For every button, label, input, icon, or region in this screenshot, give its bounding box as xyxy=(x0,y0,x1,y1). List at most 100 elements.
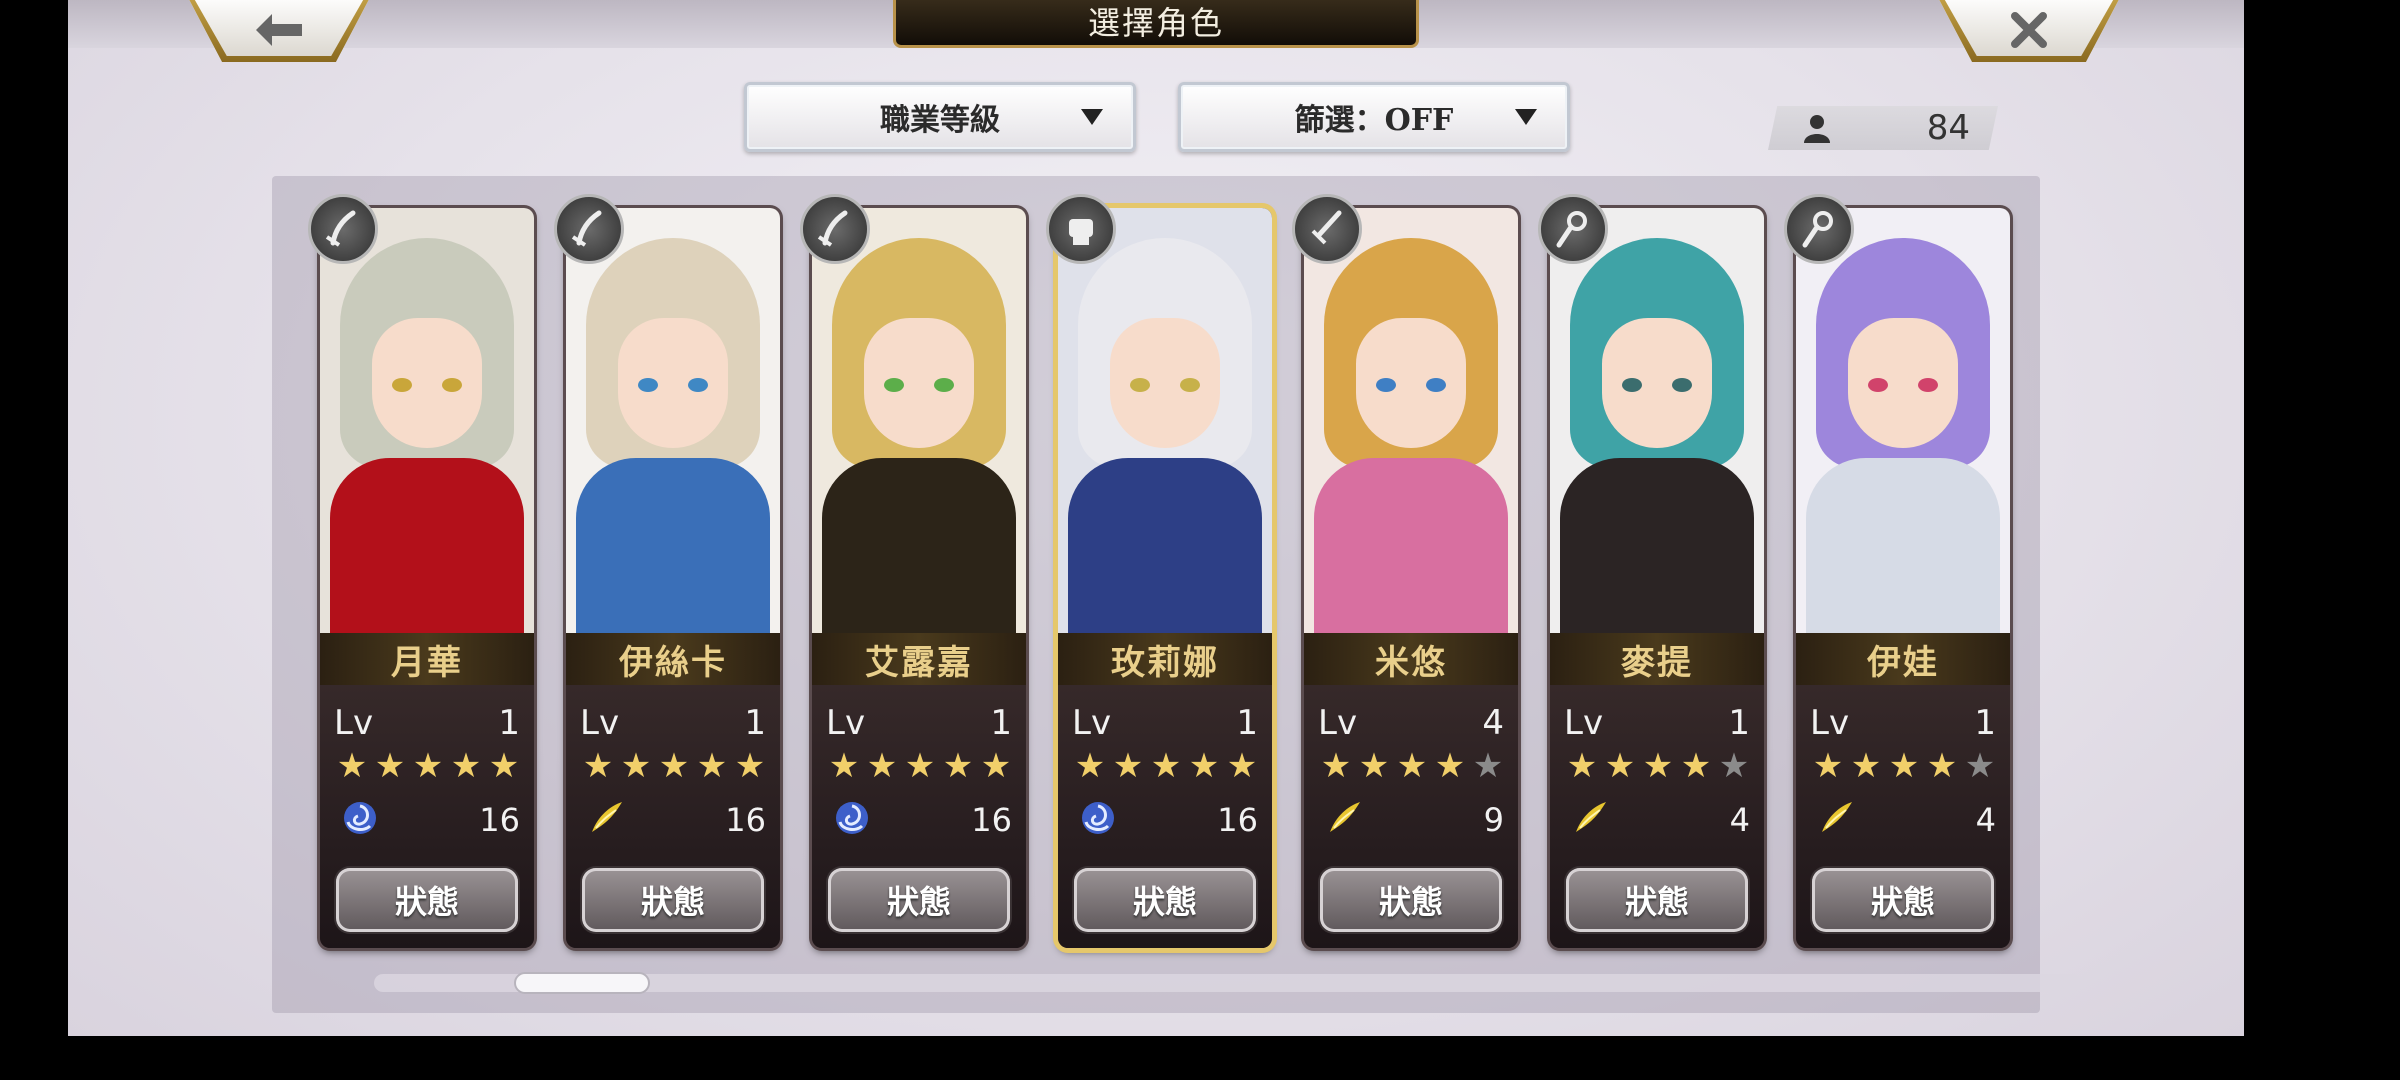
star-filled-icon: ★ xyxy=(866,746,898,786)
character-portrait xyxy=(1550,208,1764,633)
blade-icon xyxy=(325,210,356,247)
class-badge xyxy=(1538,194,1608,264)
star-filled-icon: ★ xyxy=(450,746,482,786)
back-button[interactable] xyxy=(184,0,374,62)
status-button[interactable]: 狀態 xyxy=(1074,868,1256,932)
star-filled-icon: ★ xyxy=(1888,746,1920,786)
character-info: 麥提 Lv 1 ★ ★ ★ ★ ★ 4 狀態 xyxy=(1550,633,1764,948)
star-filled-icon: ★ xyxy=(582,746,614,786)
wing-icon xyxy=(1816,798,1856,838)
scrollbar-thumb[interactable] xyxy=(514,972,650,994)
star-filled-icon: ★ xyxy=(1358,746,1390,786)
level-label: Lv xyxy=(1072,703,1112,743)
class-badge xyxy=(1292,194,1362,264)
star-empty-icon: ★ xyxy=(1964,746,1996,786)
star-filled-icon: ★ xyxy=(1112,746,1144,786)
element-value: 16 xyxy=(479,801,520,839)
blade-icon xyxy=(571,210,602,247)
character-info: 月華 Lv 1 ★ ★ ★ ★ ★ 16 狀態 xyxy=(320,633,534,948)
star-filled-icon: ★ xyxy=(658,746,690,786)
star-filled-icon: ★ xyxy=(696,746,728,786)
star-filled-icon: ★ xyxy=(1642,746,1674,786)
element-value: 4 xyxy=(1975,801,1996,839)
name-bar: 伊娃 xyxy=(1796,633,2010,685)
star-filled-icon: ★ xyxy=(1226,746,1258,786)
status-button[interactable]: 狀態 xyxy=(1566,868,1748,932)
star-filled-icon: ★ xyxy=(374,746,406,786)
wing-icon xyxy=(1570,798,1610,838)
character-select-screen: 選擇角色 職業等級 篩選：OFF 84 月華 Lv 1 ★ ★ ★ ★ ★ 16 狀態 伊絲卡 Lv 1… xyxy=(68,0,2244,1036)
character-portrait xyxy=(1796,208,2010,633)
swirl-icon xyxy=(340,798,380,838)
status-button-label: 狀態 xyxy=(394,883,459,921)
level-value: 1 xyxy=(1236,703,1258,743)
swirl-icon xyxy=(832,798,872,838)
staff-icon xyxy=(1802,211,1833,248)
level-label: Lv xyxy=(1564,703,1604,743)
star-filled-icon: ★ xyxy=(1680,746,1712,786)
character-name: 伊絲卡 xyxy=(619,642,727,683)
staff-icon xyxy=(1556,211,1587,248)
person-icon xyxy=(1804,115,1830,143)
character-card[interactable]: 麥提 Lv 1 ★ ★ ★ ★ ★ 4 狀態 xyxy=(1538,194,1764,948)
status-button-label: 狀態 xyxy=(1624,883,1689,921)
character-info: 玫莉娜 Lv 1 ★ ★ ★ ★ ★ 16 狀態 xyxy=(1058,633,1272,948)
star-filled-icon: ★ xyxy=(620,746,652,786)
star-filled-icon: ★ xyxy=(1396,746,1428,786)
level-value: 1 xyxy=(1728,703,1750,743)
level-label: Lv xyxy=(580,703,620,743)
element-value: 16 xyxy=(971,801,1012,839)
status-button[interactable]: 狀態 xyxy=(828,868,1010,932)
character-card[interactable]: 艾露嘉 Lv 1 ★ ★ ★ ★ ★ 16 狀態 xyxy=(800,194,1026,948)
character-card[interactable]: 伊絲卡 Lv 1 ★ ★ ★ ★ ★ 16 狀態 xyxy=(554,194,780,948)
character-portrait xyxy=(1058,208,1272,633)
star-filled-icon: ★ xyxy=(980,746,1012,786)
job-level-dropdown[interactable]: 職業等級 xyxy=(744,82,1136,152)
class-badge xyxy=(1784,194,1854,264)
close-x-icon xyxy=(2011,12,2047,48)
name-bar: 米悠 xyxy=(1304,633,1518,685)
star-filled-icon: ★ xyxy=(1566,746,1598,786)
element-value: 16 xyxy=(1217,801,1258,839)
character-card[interactable]: 米悠 Lv 4 ★ ★ ★ ★ ★ 9 狀態 xyxy=(1292,194,1518,948)
close-button[interactable] xyxy=(1934,0,2124,62)
fist-icon xyxy=(1069,219,1093,245)
name-bar: 玫莉娜 xyxy=(1058,633,1272,685)
star-empty-icon: ★ xyxy=(1472,746,1504,786)
level-label: Lv xyxy=(334,703,374,743)
rarity-stars: ★ ★ ★ ★ ★ xyxy=(1072,749,1260,783)
character-card[interactable]: 月華 Lv 1 ★ ★ ★ ★ ★ 16 狀態 xyxy=(308,194,534,948)
level-value: 1 xyxy=(1974,703,1996,743)
rarity-stars: ★ ★ ★ ★ ★ xyxy=(826,749,1014,783)
status-button[interactable]: 狀態 xyxy=(1812,868,1994,932)
star-filled-icon: ★ xyxy=(1150,746,1182,786)
level-value: 1 xyxy=(990,703,1012,743)
rarity-stars: ★ ★ ★ ★ ★ xyxy=(334,749,522,783)
star-filled-icon: ★ xyxy=(1812,746,1844,786)
roster-count: 84 xyxy=(1768,106,1998,150)
character-card[interactable]: 伊娃 Lv 1 ★ ★ ★ ★ ★ 4 狀態 xyxy=(1784,194,2010,948)
swirl-icon xyxy=(1078,798,1118,838)
status-button[interactable]: 狀態 xyxy=(1320,868,1502,932)
character-name: 月華 xyxy=(391,642,463,683)
level-label: Lv xyxy=(1318,703,1358,743)
class-badge xyxy=(554,194,624,264)
level-value: 1 xyxy=(744,703,766,743)
character-card[interactable]: 玫莉娜 Lv 1 ★ ★ ★ ★ ★ 16 狀態 xyxy=(1046,194,1272,948)
star-filled-icon: ★ xyxy=(1074,746,1106,786)
element-value: 4 xyxy=(1729,801,1750,839)
arrow-left-icon xyxy=(256,14,302,46)
level-label: Lv xyxy=(826,703,866,743)
star-filled-icon: ★ xyxy=(1604,746,1636,786)
name-bar: 伊絲卡 xyxy=(566,633,780,685)
element-value: 16 xyxy=(725,801,766,839)
status-button[interactable]: 狀態 xyxy=(336,868,518,932)
star-filled-icon: ★ xyxy=(1850,746,1882,786)
character-portrait xyxy=(812,208,1026,633)
status-button[interactable]: 狀態 xyxy=(582,868,764,932)
filter-dropdown[interactable]: 篩選：OFF xyxy=(1178,82,1570,152)
character-info: 米悠 Lv 4 ★ ★ ★ ★ ★ 9 狀態 xyxy=(1304,633,1518,948)
star-filled-icon: ★ xyxy=(412,746,444,786)
character-name: 伊娃 xyxy=(1867,642,1939,683)
rarity-stars: ★ ★ ★ ★ ★ xyxy=(1810,749,1998,783)
